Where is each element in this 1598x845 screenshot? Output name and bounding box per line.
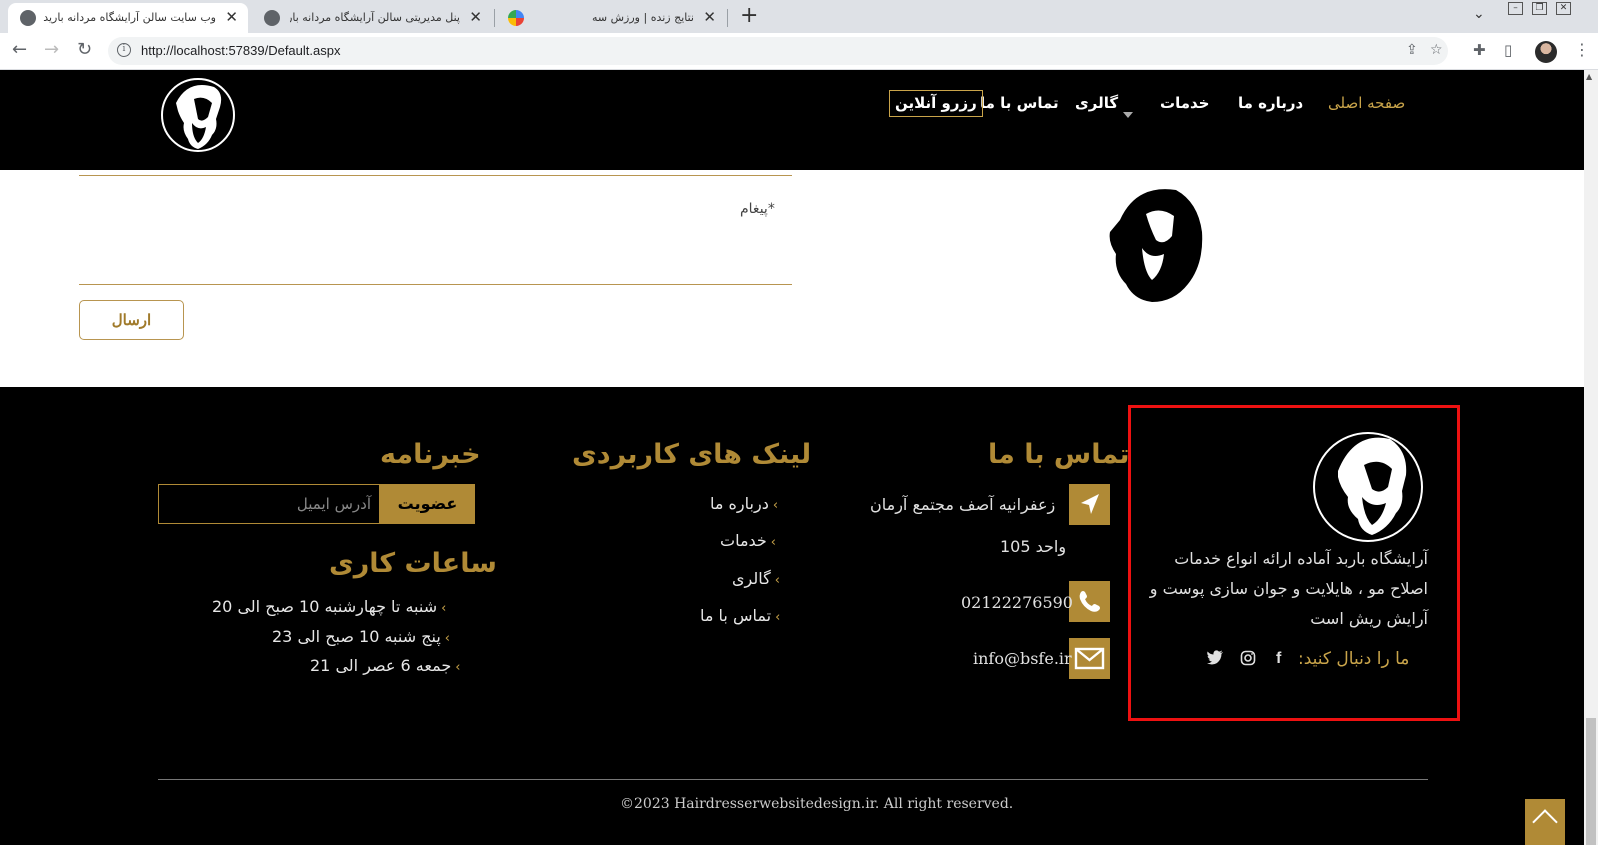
chevron-icon: › — [774, 573, 780, 588]
close-tab-icon[interactable]: ✕ — [703, 8, 716, 26]
page-scrollbar[interactable]: ▲ — [1584, 70, 1598, 845]
envelope-icon — [1069, 638, 1110, 679]
footer-link-label: درباره ما — [710, 494, 769, 513]
email-placeholder: آدرس ایمیل — [296, 495, 371, 513]
phone-icon — [1069, 581, 1110, 622]
browser-tab[interactable]: نتایج زنده | ورزش سه ✕ — [496, 3, 726, 33]
location-arrow-icon — [1069, 484, 1110, 525]
nav-home-link[interactable]: صفحه اصلی — [1328, 94, 1405, 112]
chevron-icon: › — [770, 535, 776, 550]
nav-contact-link[interactable]: تماس با ما — [980, 94, 1059, 112]
site-header: صفحه اصلی درباره ما خدمات گالری تماس با … — [0, 70, 1584, 170]
tab-title: نتایج زنده | ورزش سه — [592, 11, 694, 24]
address-line1: زعفرانیه آصف مجتمع آرمان — [870, 495, 1056, 514]
extensions-icon[interactable]: ✚ — [1473, 41, 1486, 59]
copyright-text: ©2023 Hairdresserwebsitedesign.ir. All r… — [620, 796, 1014, 812]
hours-item: ›پنج شنبه 10 صبح الی 23 — [272, 627, 450, 646]
site-footer: آرایشگاه باربد آماده ارائه انواع خدمات ا… — [0, 387, 1584, 845]
send-button[interactable]: ارسال — [79, 300, 184, 340]
chevron-icon: › — [455, 660, 461, 675]
reload-icon[interactable]: ↻ — [77, 39, 92, 60]
newsletter-heading: خبرنامه — [380, 439, 481, 470]
address-line2: واحد 105 — [1000, 537, 1067, 556]
barber-silhouette-image — [1090, 180, 1210, 306]
email-address[interactable]: info@bsfe.ir — [973, 649, 1072, 668]
hours-item-label: پنج شنبه 10 صبح الی 23 — [272, 627, 441, 646]
nav-about-link[interactable]: درباره ما — [1238, 94, 1303, 112]
back-to-top-button[interactable] — [1525, 799, 1565, 845]
close-tab-icon[interactable]: ✕ — [225, 8, 238, 26]
back-icon[interactable]: ← — [12, 39, 27, 60]
footer-link-contact[interactable]: ›تماس با ما — [700, 606, 780, 625]
tab-title: وب سایت سالن آرایشگاه مردانه بارید — [43, 11, 216, 24]
chevron-icon: › — [444, 631, 450, 646]
browser-tab-bar: وب سایت سالن آرایشگاه مردانه بارید ✕ پنل… — [0, 0, 1598, 33]
nav-services-link[interactable]: خدمات — [1160, 94, 1209, 112]
globe-icon — [20, 10, 36, 26]
follow-us-label: ما را دنبال کنید: — [1298, 649, 1410, 669]
tab-separator — [727, 9, 728, 27]
tab-search-icon[interactable]: ⌄ — [1473, 6, 1485, 22]
footer-link-label: خدمات — [720, 531, 767, 550]
bookmark-star-icon[interactable]: ☆ — [1430, 42, 1443, 58]
instagram-icon[interactable] — [1240, 650, 1256, 670]
message-field-underline[interactable] — [79, 284, 792, 285]
minimize-icon[interactable]: – — [1508, 2, 1523, 15]
share-icon[interactable]: ⇪ — [1406, 42, 1418, 58]
url-text[interactable]: http://localhost:57839/Default.aspx — [141, 43, 340, 58]
footer-divider — [158, 779, 1428, 780]
working-hours-heading: ساعات کاری — [329, 548, 497, 579]
browser-toolbar: ← → ↻ i http://localhost:57839/Default.a… — [0, 33, 1598, 70]
nav-gallery-link[interactable]: گالری — [1075, 94, 1118, 112]
browser-tab[interactable]: پنل مدیریتی سالن آرایشگاه مردانه بار ✕ — [252, 3, 492, 33]
barber-logo[interactable] — [158, 73, 238, 157]
facebook-icon[interactable]: f — [1276, 650, 1281, 668]
menu-kebab-icon[interactable]: ⋮ — [1574, 40, 1590, 59]
tab-separator — [494, 9, 495, 27]
forward-icon[interactable]: → — [44, 39, 59, 60]
footer-link-label: گالری — [732, 569, 771, 588]
footer-logo — [1310, 425, 1426, 545]
varzesh3-icon — [508, 10, 524, 26]
chevron-icon: › — [775, 610, 781, 625]
hours-item-label: شنبه تا چهارشنبه 10 صبح الی 20 — [212, 597, 438, 616]
browser-tab-active[interactable]: وب سایت سالن آرایشگاه مردانه بارید ✕ — [8, 3, 248, 33]
phone-number[interactable]: 02122276590 — [961, 593, 1073, 612]
close-tab-icon[interactable]: ✕ — [469, 8, 482, 26]
dropdown-caret-icon[interactable] — [1123, 112, 1133, 118]
useful-links-heading: لینک های کاربردی — [572, 439, 812, 470]
hours-item: ›جمعه 6 عصر الی 21 — [310, 656, 460, 675]
hours-item: ›شنبه تا چهارشنبه 10 صبح الی 20 — [212, 597, 446, 616]
newsletter-email-input[interactable]: آدرس ایمیل — [158, 484, 380, 524]
footer-about-text: آرایشگاه باربد آماده ارائه انواع خدمات ا… — [1149, 549, 1428, 628]
message-label: پیغام* — [740, 201, 775, 217]
scrollbar-thumb[interactable] — [1586, 718, 1596, 845]
subscribe-button[interactable]: عضویت — [380, 484, 475, 524]
side-panel-icon[interactable]: ▯ — [1504, 41, 1512, 59]
chevron-up-icon — [1532, 809, 1558, 835]
scroll-up-arrow-icon[interactable]: ▲ — [1586, 72, 1592, 81]
footer-link-gallery[interactable]: ›گالری — [732, 569, 780, 588]
contact-heading: تماس با ما — [988, 439, 1130, 470]
footer-link-label: تماس با ما — [700, 606, 772, 625]
footer-link-about[interactable]: ›درباره ما — [710, 494, 778, 513]
profile-avatar[interactable] — [1535, 41, 1557, 63]
twitter-icon[interactable] — [1207, 650, 1224, 669]
nav-reserve-button[interactable]: رزرو آنلاین — [889, 90, 983, 117]
hours-item-label: جمعه 6 عصر الی 21 — [310, 656, 452, 675]
address-bar[interactable]: i http://localhost:57839/Default.aspx ⇪ … — [108, 37, 1448, 65]
new-tab-button[interactable]: + — [740, 3, 758, 28]
page-viewport: صفحه اصلی درباره ما خدمات گالری تماس با … — [0, 70, 1584, 845]
chevron-icon: › — [772, 498, 779, 513]
footer-link-services[interactable]: ›خدمات — [720, 531, 776, 550]
globe-icon — [264, 10, 280, 26]
tab-title: پنل مدیریتی سالن آرایشگاه مردانه بار — [290, 11, 460, 24]
site-info-icon[interactable]: i — [117, 43, 131, 57]
form-field-underline — [79, 175, 792, 176]
chevron-icon: › — [441, 601, 447, 616]
restore-icon[interactable]: ❐ — [1532, 2, 1547, 15]
close-window-icon[interactable]: ✕ — [1556, 2, 1571, 15]
